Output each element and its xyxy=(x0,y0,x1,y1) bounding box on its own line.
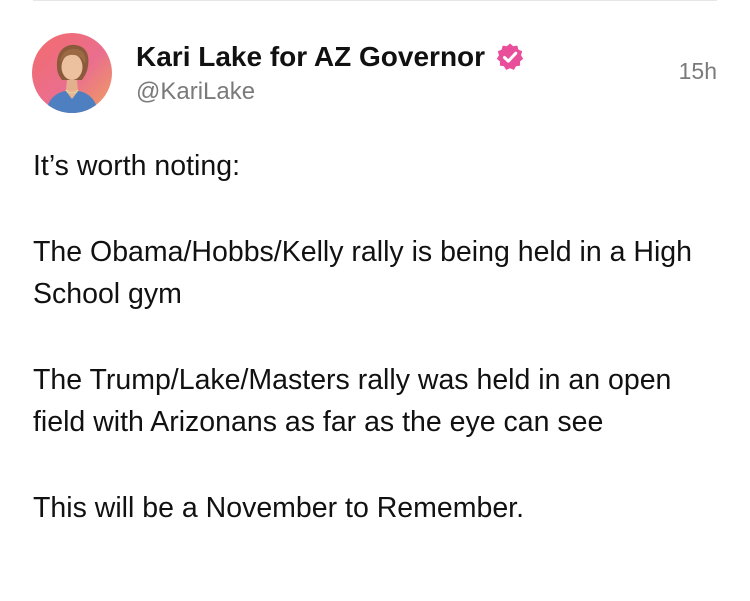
author-name-row: Kari Lake for AZ Governor xyxy=(136,37,525,77)
post: Kari Lake for AZ Governor @KariLake 15h … xyxy=(0,0,750,601)
avatar-image xyxy=(32,33,112,113)
post-paragraph: The Trump/Lake/Masters rally was held in… xyxy=(33,363,672,439)
verified-badge-icon xyxy=(495,42,525,72)
author-block[interactable]: Kari Lake for AZ Governor @KariLake xyxy=(136,37,525,106)
author-handle[interactable]: @KariLake xyxy=(136,78,525,106)
post-paragraph: It’s worth noting: xyxy=(33,150,241,182)
post-body: It’s worth noting: The Obama/Hobbs/Kelly… xyxy=(33,145,713,529)
avatar[interactable] xyxy=(32,33,112,113)
author-display-name[interactable]: Kari Lake for AZ Governor xyxy=(136,41,485,73)
post-paragraph: The Obama/Hobbs/Kelly rally is being hel… xyxy=(33,235,693,311)
post-paragraph: This will be a November to Remember. xyxy=(33,491,525,524)
post-timestamp[interactable]: 15h xyxy=(679,58,717,85)
